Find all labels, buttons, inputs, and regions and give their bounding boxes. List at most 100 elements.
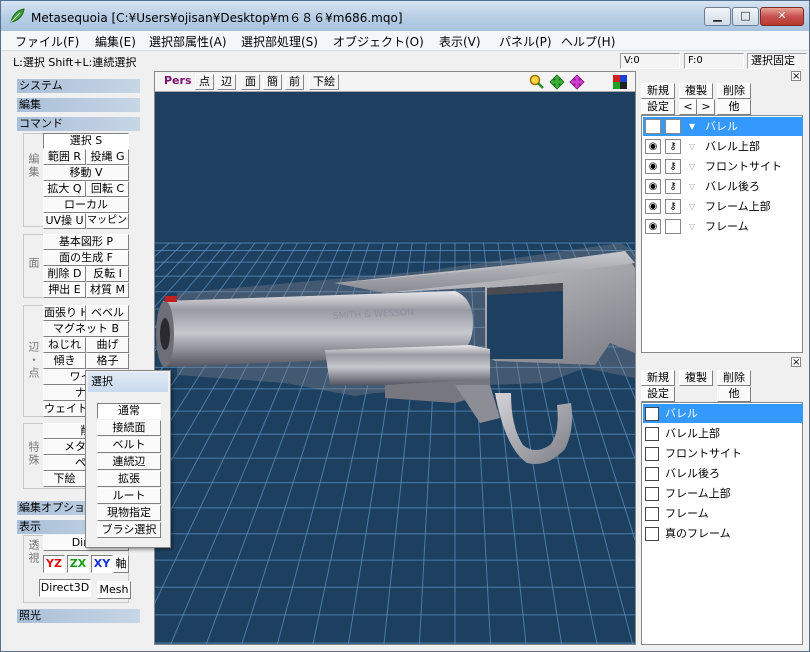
edit-lock-empty-icon[interactable] bbox=[665, 219, 681, 234]
maximize-button[interactable]: □ bbox=[732, 7, 759, 26]
uv-tool-button[interactable]: UV操 U bbox=[43, 213, 86, 229]
visibility-eye-icon[interactable]: ◉ bbox=[645, 179, 661, 194]
face-fill-tool-button[interactable]: 面張り H bbox=[43, 305, 86, 321]
edge-mode-button[interactable]: 辺 bbox=[217, 74, 236, 90]
object-other-button[interactable]: 他 bbox=[717, 99, 751, 115]
expand-triangle-icon[interactable]: ▽ bbox=[689, 137, 695, 156]
object-new-button[interactable]: 新規 bbox=[641, 83, 675, 99]
3d-viewport[interactable]: Pers 点 辺 面 簡 前 下絵 SMITH & WESSON bbox=[154, 71, 636, 645]
visibility-eye-icon[interactable]: ◉ bbox=[645, 139, 661, 154]
section-system[interactable]: システム bbox=[17, 79, 140, 93]
material-color-swatch[interactable] bbox=[645, 407, 659, 421]
material-color-swatch[interactable] bbox=[645, 487, 659, 501]
xy-view-button[interactable]: XY bbox=[91, 555, 113, 573]
underlay-mode-button[interactable]: 下絵 bbox=[309, 74, 339, 90]
color-palette-icon[interactable] bbox=[613, 75, 627, 89]
select-mode-expand[interactable]: 拡張 bbox=[97, 471, 161, 487]
rotate-view-icon[interactable] bbox=[569, 74, 585, 90]
visibility-eye-icon[interactable]: ◉ bbox=[645, 119, 661, 134]
select-mode-connected-face[interactable]: 接続面 bbox=[97, 420, 161, 436]
object-row[interactable]: ◉ ▽ フレーム bbox=[643, 217, 803, 236]
select-mode-route[interactable]: ルート bbox=[97, 488, 161, 504]
object-panel-close-icon[interactable]: × bbox=[791, 71, 801, 82]
object-duplicate-button[interactable]: 複製 bbox=[679, 83, 713, 99]
object-next-button[interactable]: > bbox=[697, 99, 715, 115]
rotate-tool-button[interactable]: 回転 C bbox=[86, 181, 129, 197]
object-row[interactable]: ◉ ⚷ ▽ バレル上部 bbox=[643, 137, 803, 156]
object-row[interactable]: ◉ ⚷ ▽ フレーム上部 bbox=[643, 197, 803, 216]
twist-tool-button[interactable]: ねじれ bbox=[43, 337, 86, 353]
edit-lock-icon[interactable]: ⚷ bbox=[665, 199, 681, 214]
object-delete-button[interactable]: 削除 bbox=[717, 83, 751, 99]
mapping-tool-button[interactable]: マッピング bbox=[86, 213, 129, 229]
front-mode-button[interactable]: 前 bbox=[285, 74, 304, 90]
expand-triangle-icon[interactable]: ▽ bbox=[689, 197, 695, 216]
visibility-eye-icon[interactable]: ◉ bbox=[645, 219, 661, 234]
material-row[interactable]: 真のフレーム bbox=[643, 524, 803, 543]
mesh-button[interactable]: Mesh bbox=[97, 581, 131, 599]
close-button[interactable]: ✕ bbox=[760, 7, 804, 26]
edit-lock-icon[interactable]: ⚷ bbox=[665, 119, 681, 134]
menu-edit[interactable]: 編集(E) bbox=[91, 33, 140, 50]
local-tool-button[interactable]: ローカル bbox=[43, 197, 129, 213]
menu-object[interactable]: オブジェクト(O) bbox=[329, 33, 428, 50]
menu-process[interactable]: 選択部処理(S) bbox=[237, 33, 322, 50]
object-settings-button[interactable]: 設定 bbox=[641, 99, 675, 115]
expand-triangle-icon[interactable]: ▼ bbox=[689, 117, 695, 136]
material-row[interactable]: バレル後ろ bbox=[643, 464, 803, 483]
material-settings-button[interactable]: 設定 bbox=[641, 386, 675, 402]
face-mode-button[interactable]: 面 bbox=[241, 74, 260, 90]
section-lighting[interactable]: 照光 bbox=[17, 609, 140, 623]
edit-lock-icon[interactable]: ⚷ bbox=[665, 159, 681, 174]
point-mode-button[interactable]: 点 bbox=[195, 74, 214, 90]
menu-view[interactable]: 表示(V) bbox=[435, 33, 485, 50]
scale-tool-button[interactable]: 拡大 Q bbox=[43, 181, 86, 197]
tilt-tool-button[interactable]: 傾き bbox=[43, 353, 86, 369]
object-row[interactable]: ◉ ⚷ ▽ フロントサイト bbox=[643, 157, 803, 176]
select-mode-brush[interactable]: ブラシ選択 bbox=[97, 522, 161, 538]
menu-file[interactable]: ファイル(F) bbox=[11, 33, 83, 50]
extrude-tool-button[interactable]: 押出 E bbox=[43, 282, 86, 298]
material-color-swatch[interactable] bbox=[645, 447, 659, 461]
material-row[interactable]: フロントサイト bbox=[643, 444, 803, 463]
menu-help[interactable]: ヘルプ(H) bbox=[557, 33, 619, 50]
menu-attribute[interactable]: 選択部属性(A) bbox=[145, 33, 231, 50]
simple-mode-button[interactable]: 簡 bbox=[263, 74, 282, 90]
bend-tool-button[interactable]: 曲げ bbox=[86, 337, 129, 353]
material-other-button[interactable]: 他 bbox=[717, 386, 751, 402]
flip-tool-button[interactable]: 反転 I bbox=[86, 266, 129, 282]
lattice-tool-button[interactable]: 格子 bbox=[86, 353, 129, 369]
select-mode-object-specify[interactable]: 現物指定 bbox=[97, 505, 161, 521]
material-panel-close-icon[interactable]: × bbox=[791, 357, 801, 368]
create-face-tool-button[interactable]: 面の生成 F bbox=[43, 250, 129, 266]
title-bar[interactable]: Metasequoia [C:¥Users¥ojisan¥Desktop¥m６８… bbox=[1, 1, 809, 31]
select-mode-edge-loop[interactable]: 連続辺 bbox=[97, 454, 161, 470]
axis-view-button[interactable]: 軸 bbox=[113, 555, 129, 573]
zoom-icon[interactable] bbox=[529, 74, 545, 90]
material-tool-button[interactable]: 材質 M bbox=[86, 282, 129, 298]
range-tool-button[interactable]: 範囲 R bbox=[43, 149, 86, 165]
weight-tool-button[interactable]: ウェイト bbox=[43, 401, 86, 417]
material-color-swatch[interactable] bbox=[645, 527, 659, 541]
expand-triangle-icon[interactable]: ▽ bbox=[689, 217, 695, 236]
object-row[interactable]: ◉ ⚷ ▼ バレル bbox=[643, 117, 803, 136]
perspective-toggle[interactable]: Pers bbox=[161, 74, 195, 90]
magnet-tool-button[interactable]: マグネット B bbox=[43, 321, 129, 337]
material-duplicate-button[interactable]: 複製 bbox=[679, 370, 713, 386]
material-row[interactable]: バレル bbox=[643, 404, 803, 423]
material-color-swatch[interactable] bbox=[645, 507, 659, 521]
material-color-swatch[interactable] bbox=[645, 467, 659, 481]
primitive-tool-button[interactable]: 基本図形 P bbox=[43, 234, 129, 250]
underlay-tool-button[interactable]: 下絵 bbox=[43, 471, 86, 487]
bevel-tool-button[interactable]: ベベル bbox=[86, 305, 129, 321]
material-delete-button[interactable]: 削除 bbox=[717, 370, 751, 386]
selection-lock-button[interactable]: 選択固定 bbox=[747, 53, 807, 69]
move-tool-button[interactable]: 移動 V bbox=[43, 165, 129, 181]
object-prev-button[interactable]: < bbox=[679, 99, 697, 115]
expand-triangle-icon[interactable]: ▽ bbox=[689, 157, 695, 176]
material-row[interactable]: バレル上部 bbox=[643, 424, 803, 443]
edit-lock-icon[interactable]: ⚷ bbox=[665, 179, 681, 194]
object-row[interactable]: ◉ ⚷ ▽ バレル後ろ bbox=[643, 177, 803, 196]
3d-scene[interactable]: SMITH & WESSON bbox=[155, 93, 635, 645]
direct3d-button[interactable]: Direct3D bbox=[39, 579, 91, 597]
